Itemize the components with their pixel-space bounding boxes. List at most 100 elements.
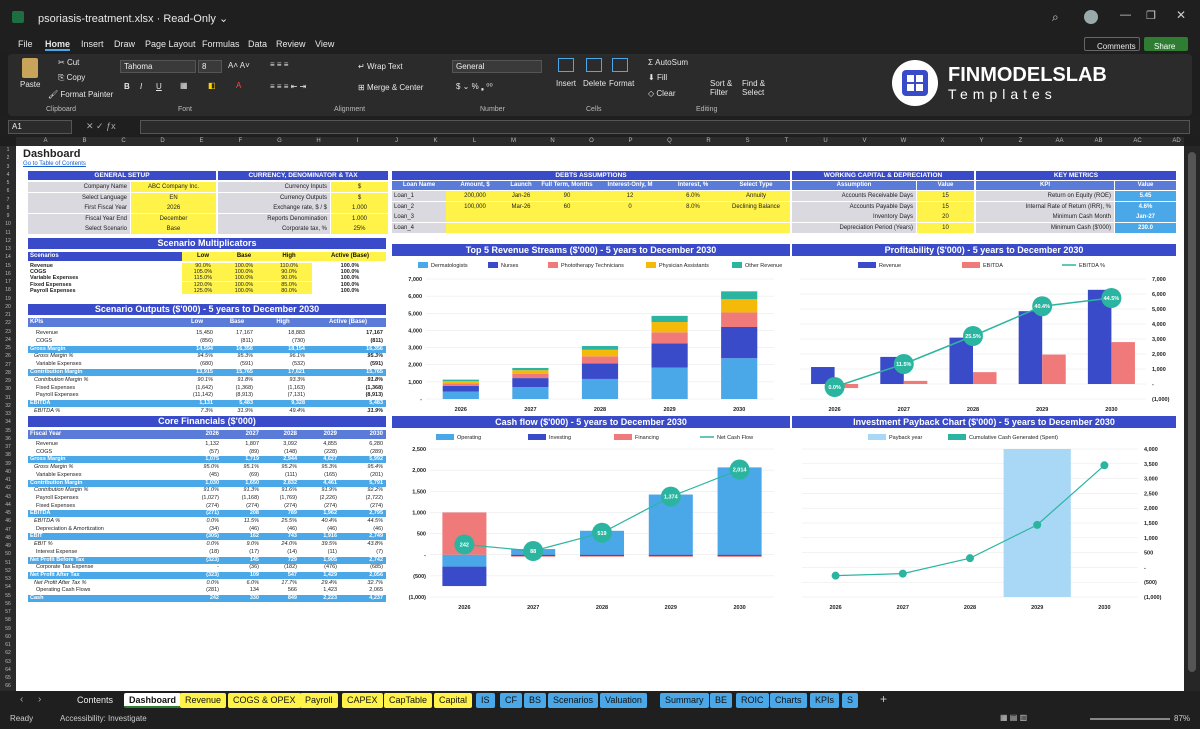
row-header[interactable]: 50 xyxy=(0,550,16,558)
row-header[interactable]: 5 xyxy=(0,179,16,187)
tab-capital[interactable]: Capital xyxy=(434,693,473,708)
column-header[interactable]: Q xyxy=(650,137,689,146)
column-header[interactable]: E xyxy=(182,137,221,146)
row-header[interactable]: 24 xyxy=(0,336,16,344)
paste-icon[interactable] xyxy=(22,58,38,78)
column-header[interactable]: B xyxy=(65,137,104,146)
column-header[interactable]: O xyxy=(572,137,611,146)
search-icon[interactable]: ⌕ xyxy=(1052,10,1059,25)
row-header[interactable]: 63 xyxy=(0,658,16,666)
row-header[interactable]: 26 xyxy=(0,352,16,360)
merge-center-button[interactable]: ⊞ Merge & Center xyxy=(358,83,423,92)
column-header[interactable]: N xyxy=(533,137,572,146)
share-button[interactable]: Share xyxy=(1144,37,1188,51)
tab-kpis[interactable]: KPIs xyxy=(810,693,840,708)
underline-button[interactable]: U xyxy=(156,82,162,91)
avatar[interactable] xyxy=(1084,10,1098,24)
paste-button[interactable]: Paste xyxy=(20,80,40,89)
row-header[interactable]: 45 xyxy=(0,509,16,517)
menu-page-layout[interactable]: Page Layout xyxy=(145,39,196,49)
scenario-mult-cell[interactable]: 85.0% xyxy=(264,281,312,288)
column-header[interactable]: K xyxy=(416,137,455,146)
fx-icon[interactable]: ✕ ✓ ƒx xyxy=(86,121,116,132)
insert-icon[interactable] xyxy=(558,58,574,72)
tab-next-icon[interactable]: › xyxy=(38,694,41,705)
column-header[interactable]: G xyxy=(260,137,299,146)
row-header[interactable]: 59 xyxy=(0,625,16,633)
row-header[interactable]: 27 xyxy=(0,361,16,369)
autosum-button[interactable]: Σ AutoSum xyxy=(648,58,688,67)
format-button[interactable]: Format xyxy=(609,79,634,88)
row-header[interactable]: 3 xyxy=(0,163,16,171)
column-header[interactable]: AC xyxy=(1118,137,1157,146)
debts-cell[interactable]: Jan-26 xyxy=(504,191,538,201)
font-color-icon[interactable]: A xyxy=(236,81,241,90)
debts-cell[interactable]: 8.0% xyxy=(664,201,722,212)
debts-cell[interactable]: 90 xyxy=(538,191,596,201)
row-header[interactable]: 23 xyxy=(0,328,16,336)
row-header[interactable]: 1 xyxy=(0,146,16,154)
currency-value[interactable]: $ xyxy=(331,192,388,203)
column-header[interactable]: M xyxy=(494,137,533,146)
tab-be[interactable]: BE xyxy=(710,693,733,708)
tab-captable[interactable]: CapTable xyxy=(384,693,433,708)
general_setup-value[interactable]: Base xyxy=(131,224,216,234)
debts-cell[interactable]: Mar-26 xyxy=(504,201,538,212)
menu-insert[interactable]: Insert xyxy=(81,39,104,49)
minimize-icon[interactable]: — xyxy=(1120,9,1131,21)
row-header[interactable]: 31 xyxy=(0,394,16,402)
row-header[interactable]: 6 xyxy=(0,187,16,195)
scenario-mult-cell[interactable]: 120.0% xyxy=(182,281,222,288)
general_setup-value[interactable]: EN xyxy=(131,192,216,203)
debts-cell[interactable]: 100,000 xyxy=(446,201,504,212)
row-header[interactable]: 54 xyxy=(0,583,16,591)
row-header[interactable]: 25 xyxy=(0,344,16,352)
debts-cell[interactable]: 200,000 xyxy=(446,191,504,201)
row-header[interactable]: 62 xyxy=(0,649,16,657)
format-icon[interactable] xyxy=(612,58,628,72)
debts-cell[interactable] xyxy=(446,212,504,222)
scroll-thumb[interactable] xyxy=(1188,152,1196,672)
debts-cell[interactable]: 6.0% xyxy=(664,191,722,201)
menu-file[interactable]: File xyxy=(18,39,33,49)
row-header[interactable]: 30 xyxy=(0,385,16,393)
row-header[interactable]: 58 xyxy=(0,616,16,624)
column-header[interactable]: J xyxy=(377,137,416,146)
debts-cell[interactable] xyxy=(664,222,722,233)
delete-icon[interactable] xyxy=(586,58,602,72)
column-header[interactable]: AD xyxy=(1157,137,1196,146)
column-header[interactable]: L xyxy=(455,137,494,146)
number-format-select[interactable]: General xyxy=(452,60,542,73)
column-header[interactable]: D xyxy=(143,137,182,146)
sort-filter-button[interactable]: Sort & Filter xyxy=(710,79,740,97)
scenario-mult-cell[interactable]: 100.0% xyxy=(222,263,264,269)
worksheet[interactable]: Dashboard Go to Table of Contents GENERA… xyxy=(16,146,1184,691)
column-header[interactable]: C xyxy=(104,137,143,146)
row-header[interactable]: 46 xyxy=(0,517,16,525)
tab-is[interactable]: IS xyxy=(476,693,495,708)
cut-button[interactable]: ✂ Cut xyxy=(58,58,79,67)
general_setup-value[interactable]: ABC Company Inc. xyxy=(131,182,216,192)
maximize-icon[interactable]: ❐ xyxy=(1146,9,1156,22)
scenario-mult-cell[interactable]: 125.0% xyxy=(182,287,222,294)
row-header[interactable]: 48 xyxy=(0,534,16,542)
column-header[interactable]: T xyxy=(767,137,806,146)
column-header[interactable]: Y xyxy=(962,137,1001,146)
bold-button[interactable]: B xyxy=(124,82,130,91)
borders-icon[interactable]: ▦ xyxy=(180,81,188,90)
scenario-mult-cell[interactable]: 80.0% xyxy=(264,287,312,294)
debts-cell[interactable] xyxy=(538,222,596,233)
scenario-mult-cell[interactable]: 90.0% xyxy=(264,269,312,276)
scenario-mult-cell[interactable]: 105.0% xyxy=(182,269,222,276)
row-header[interactable]: 42 xyxy=(0,484,16,492)
scenario-mult-cell[interactable]: 100.0% xyxy=(222,287,264,294)
tab-dashboard[interactable]: Dashboard xyxy=(124,693,182,708)
currency-value[interactable]: $ xyxy=(331,182,388,192)
debts-cell[interactable] xyxy=(504,222,538,233)
tab-summary[interactable]: Summary xyxy=(660,693,709,708)
scenario-mult-cell[interactable]: 90.0% xyxy=(264,275,312,282)
row-header[interactable]: 35 xyxy=(0,427,16,435)
tab-s[interactable]: S xyxy=(842,693,859,708)
font-size-grow-icon[interactable]: A˄ A˅ xyxy=(228,61,250,70)
row-header[interactable]: 55 xyxy=(0,592,16,600)
